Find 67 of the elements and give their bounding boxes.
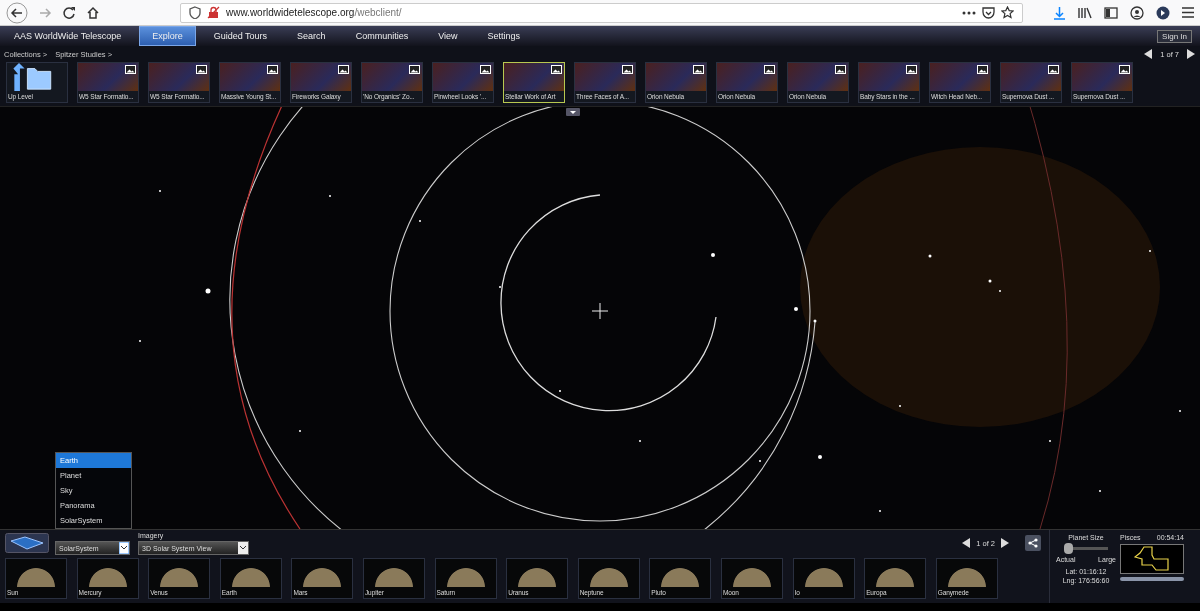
scroll-bar[interactable] [1120,577,1184,581]
image-icon [267,65,278,74]
home-icon[interactable] [86,5,100,20]
photo-placeholder [1072,63,1132,91]
next-page-icon[interactable] [1187,49,1195,59]
star-icon[interactable] [1001,6,1014,19]
constellation-outline-icon [1134,546,1170,572]
photo-placeholder [930,63,990,91]
next-page-icon[interactable] [1001,538,1009,548]
sign-in-button[interactable]: Sign In [1157,29,1192,43]
library-icon[interactable] [1078,6,1092,19]
image-icon [977,65,988,74]
previous-page-icon[interactable] [962,538,971,548]
share-icon[interactable] [1025,535,1041,551]
back-icon[interactable] [6,1,28,24]
image-icon [1048,65,1059,74]
view-mode-icon[interactable] [5,533,49,553]
reload-icon[interactable] [62,5,76,20]
menu-tab[interactable]: Settings [475,26,533,46]
photo-placeholder [149,63,209,91]
photo-placeholder [220,63,280,91]
url-text: www.worldwidetelescope.org/webclient/ [226,7,402,18]
image-icon [764,65,775,74]
sidebar-icon[interactable] [1104,6,1118,19]
image-icon [338,65,349,74]
chevron-down-icon [119,542,129,554]
crosshair-icon [591,302,609,320]
photo-placeholder [717,63,777,91]
image-icon [906,65,917,74]
app-title: AAS WorldWide Telescope [14,31,122,41]
more-icon[interactable] [962,10,976,15]
image-icon [1119,65,1130,74]
photo-placeholder [1001,63,1061,91]
menu-icon[interactable] [1182,7,1194,18]
photo-placeholder [504,63,564,91]
photo-placeholder [78,63,138,91]
menu-tab[interactable]: Guided Tours [201,26,280,46]
shield-icon [189,6,201,19]
menu-tab[interactable]: Search [285,26,338,46]
account-icon[interactable] [1130,5,1144,20]
address-bar[interactable]: www.worldwidetelescope.org/webclient/ [180,2,1023,23]
previous-page-icon[interactable] [1144,49,1153,59]
image-icon [551,65,562,74]
photo-placeholder [646,63,706,91]
photo-placeholder [788,63,848,91]
image-icon [196,65,207,74]
extension-icon[interactable] [1156,5,1170,20]
image-icon [693,65,704,74]
image-icon [835,65,846,74]
photo-placeholder [291,63,351,91]
photo-placeholder [433,63,493,91]
image-icon [125,65,136,74]
collapse-icon[interactable] [566,108,580,116]
image-icon [622,65,633,74]
slider-thumb[interactable] [1064,543,1073,554]
crossed-lock-icon [207,6,220,19]
menu-tab[interactable]: Communities [343,26,421,46]
photo-placeholder [362,63,422,91]
menu-tab[interactable]: View [426,26,470,46]
image-icon [480,65,491,74]
pocket-icon[interactable] [982,6,995,19]
download-icon[interactable] [1053,5,1066,20]
photo-placeholder [859,63,919,91]
image-icon [409,65,420,74]
menu-tab[interactable]: Explore [139,26,196,46]
chevron-down-icon [238,542,248,554]
photo-placeholder [575,63,635,91]
